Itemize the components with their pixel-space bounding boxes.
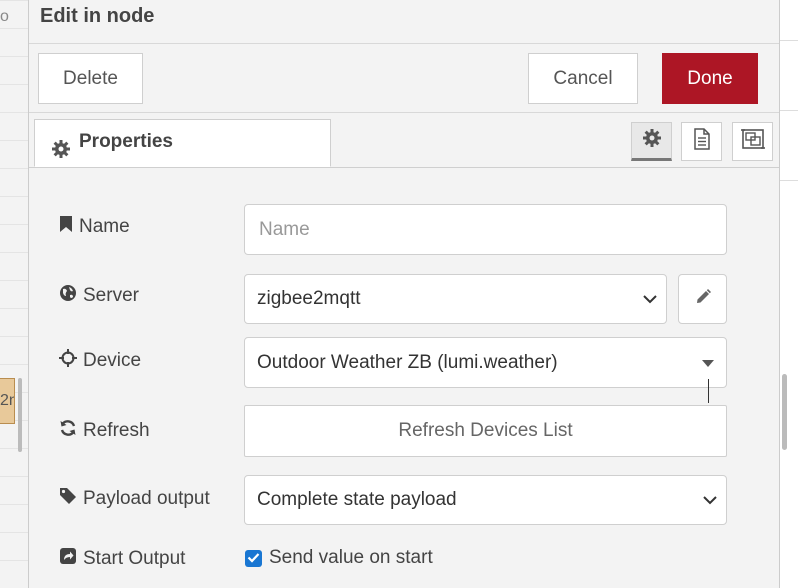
workspace-canvas[interactable]: o 2n [0,0,28,588]
tray-scrollbar[interactable] [782,374,787,450]
edit-server-button[interactable] [678,274,727,324]
name-label: Name [79,216,130,237]
name-input[interactable] [257,217,726,242]
appearance-icon [740,128,765,155]
name-field[interactable] [244,204,727,255]
gear-icon [642,128,662,153]
bookmark-icon [59,215,73,239]
tray-toolbar: Delete Cancel Done [29,44,779,113]
refresh-devices-button[interactable]: Refresh Devices List [244,405,727,457]
send-on-start-label[interactable]: Send value on start [269,547,433,569]
server-select[interactable]: zigbee2mqtt [244,274,667,324]
tab-settings[interactable] [631,122,672,161]
tab-description[interactable] [681,122,722,161]
payload-label: Payload output [83,488,210,509]
tray-title: Edit in node [40,5,155,27]
device-label: Device [83,350,142,371]
tab-appearance[interactable] [732,122,773,161]
chevron-down-icon [703,489,717,511]
canvas-node-label-top: o [0,8,9,25]
refresh-icon [59,419,77,443]
tab-properties[interactable]: Properties [34,119,331,167]
delete-button[interactable]: Delete [38,53,143,104]
tray-header: Edit in node [29,0,779,44]
server-row-label: Server [59,284,139,308]
server-label: Server [83,285,139,306]
properties-form: Name Server zigbee2mqtt [29,168,779,588]
edit-tray: Edit in node Delete Cancel Done Properti… [28,0,780,588]
tag-icon [59,487,77,511]
server-select-value: zigbee2mqtt [257,288,361,309]
send-on-start-checkbox[interactable] [245,550,262,567]
tab-properties-label: Properties [79,131,173,152]
device-select-value: Outdoor Weather ZB (lumi.weather) [257,351,558,373]
device-select[interactable]: Outdoor Weather ZB (lumi.weather) [244,337,727,388]
name-row-label: Name [59,215,130,239]
chevron-down-icon [643,288,657,310]
workspace-scrollbar[interactable] [18,378,22,452]
canvas-flow-node[interactable]: 2n [0,378,15,424]
refresh-label: Refresh [83,420,150,441]
payload-row-label: Payload output [59,487,210,511]
refresh-row-label: Refresh [59,419,150,443]
caret-down-icon [702,359,714,367]
done-button[interactable]: Done [662,53,758,104]
payload-select-value: Complete state payload [257,489,457,510]
payload-output-select[interactable]: Complete state payload [244,475,727,525]
device-row-label: Device [59,349,141,373]
start-output-label: Start Output [83,548,186,569]
checkmark-icon [247,550,260,568]
share-square-icon [59,547,77,571]
sidebar-edge [778,0,798,588]
crosshairs-icon [59,349,77,373]
tray-tabs: Properties [29,113,779,168]
text-cursor [708,379,709,403]
start-output-row-label: Start Output [59,547,185,571]
globe-icon [59,284,77,308]
pencil-icon [694,288,712,311]
cancel-button[interactable]: Cancel [528,53,638,104]
description-icon [693,128,711,155]
